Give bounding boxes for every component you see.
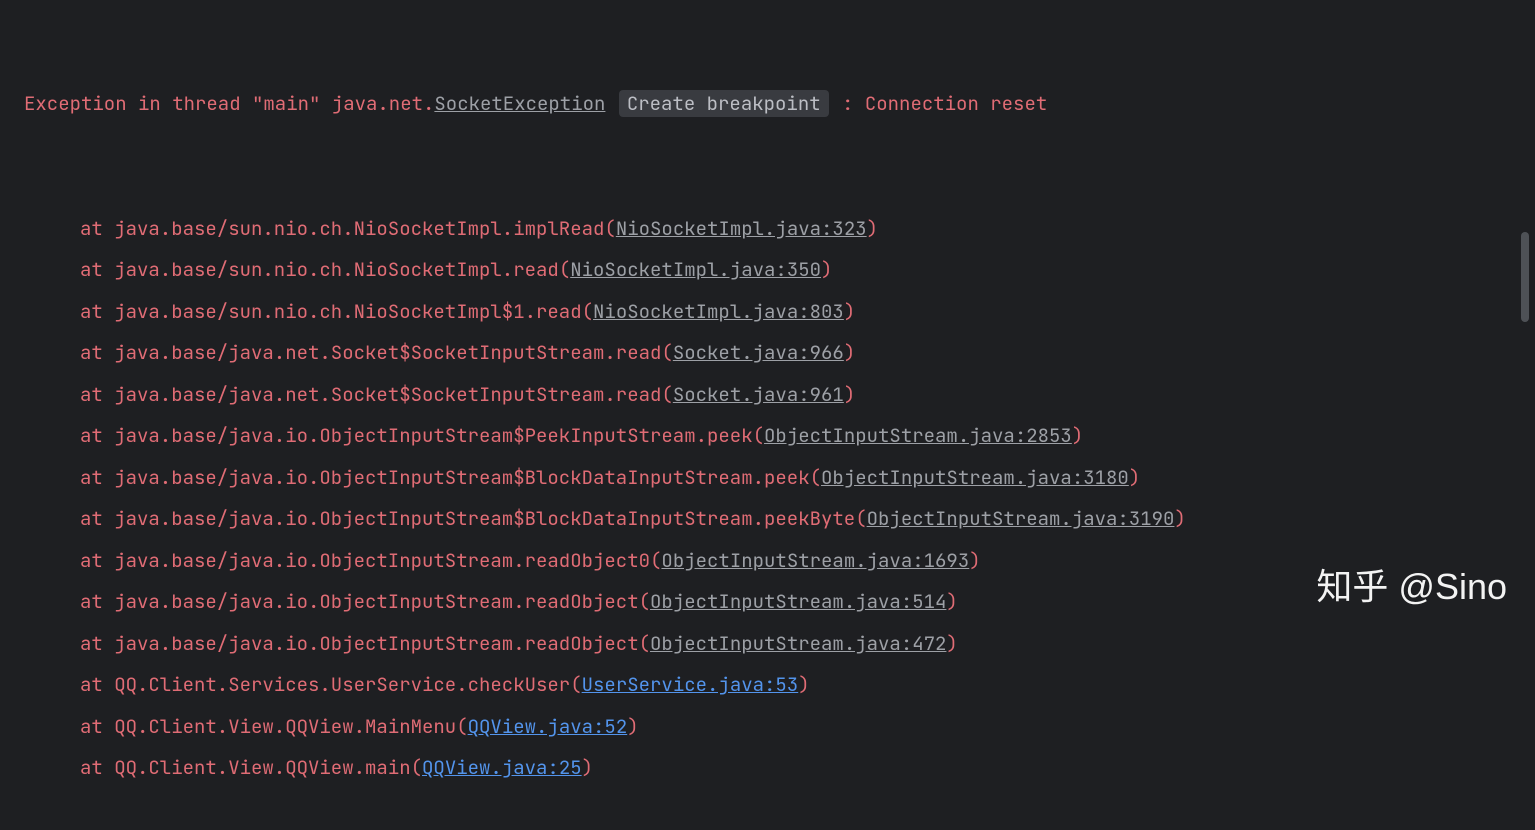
stack-frame: at java.base/sun.nio.ch.NioSocketImpl.re… (0, 249, 1535, 291)
paren-close: ) (867, 216, 878, 241)
stack-location: java.base/java.net.Socket$SocketInputStr… (114, 382, 661, 407)
stack-location: java.base/sun.nio.ch.NioSocketImpl.implR… (114, 216, 604, 241)
stack-frame: at java.base/java.io.ObjectInputStream.r… (0, 540, 1535, 582)
paren-close: ) (798, 672, 809, 697)
paren-open: ( (411, 755, 422, 780)
stack-frame: at java.base/java.io.ObjectInputStream$B… (0, 498, 1535, 540)
source-link[interactable]: NioSocketImpl.java:803 (593, 299, 844, 324)
source-link[interactable]: Socket.java:966 (673, 340, 844, 365)
stack-at: at (80, 257, 114, 282)
source-link[interactable]: ObjectInputStream.java:2853 (764, 423, 1072, 448)
stack-location: QQ.Client.View.QQView.main (114, 755, 410, 780)
stack-at: at (80, 755, 114, 780)
paren-open: ( (604, 216, 615, 241)
stack-at: at (80, 548, 114, 573)
stack-frame: at java.base/java.net.Socket$SocketInput… (0, 374, 1535, 416)
source-link[interactable]: NioSocketImpl.java:323 (616, 216, 867, 241)
stack-location: java.base/java.io.ObjectInputStream.read… (114, 548, 650, 573)
exception-prefix: Exception in thread "main" java.net. (24, 91, 434, 116)
stack-location: QQ.Client.Services.UserService.checkUser (114, 672, 570, 697)
paren-close: ) (1174, 506, 1185, 531)
create-breakpoint-button[interactable]: Create breakpoint (619, 90, 829, 117)
stack-at: at (80, 714, 114, 739)
paren-close: ) (1129, 465, 1140, 490)
paren-close: ) (969, 548, 980, 573)
stack-frame: at java.base/java.io.ObjectInputStream.r… (0, 581, 1535, 623)
stack-frame: at QQ.Client.View.QQView.main(QQView.jav… (0, 747, 1535, 789)
scrollbar-thumb[interactable] (1521, 232, 1529, 322)
stack-location: java.base/sun.nio.ch.NioSocketImpl$1.rea… (114, 299, 581, 324)
stack-frame: at java.base/java.io.ObjectInputStream$B… (0, 457, 1535, 499)
stack-at: at (80, 423, 114, 448)
stack-at: at (80, 382, 114, 407)
stack-at: at (80, 631, 114, 656)
paren-close: ) (582, 755, 593, 780)
paren-close: ) (821, 257, 832, 282)
exception-message: : Connection reset (842, 91, 1047, 116)
stack-location: java.base/java.net.Socket$SocketInputStr… (114, 340, 661, 365)
source-link[interactable]: UserService.java:53 (582, 672, 799, 697)
paren-close: ) (946, 589, 957, 614)
paren-open: ( (855, 506, 866, 531)
source-link[interactable]: Socket.java:961 (673, 382, 844, 407)
stack-location: QQ.Client.View.QQView.MainMenu (114, 714, 456, 739)
stack-location: java.base/java.io.ObjectInputStream.read… (114, 589, 638, 614)
paren-close: ) (844, 382, 855, 407)
stack-location: java.base/java.io.ObjectInputStream$Bloc… (114, 506, 855, 531)
source-link[interactable]: ObjectInputStream.java:472 (650, 631, 946, 656)
paren-open: ( (456, 714, 467, 739)
stack-frame: at java.base/sun.nio.ch.NioSocketImpl.im… (0, 208, 1535, 250)
stack-at: at (80, 589, 114, 614)
stack-at: at (80, 465, 114, 490)
stack-frame: at java.base/sun.nio.ch.NioSocketImpl$1.… (0, 291, 1535, 333)
source-link[interactable]: ObjectInputStream.java:3180 (821, 465, 1129, 490)
paren-open: ( (570, 672, 581, 697)
paren-open: ( (639, 589, 650, 614)
stack-frame: at java.base/java.io.ObjectInputStream.r… (0, 623, 1535, 665)
source-link[interactable]: QQView.java:52 (468, 714, 628, 739)
stack-frame: at java.base/java.io.ObjectInputStream$P… (0, 415, 1535, 457)
paren-close: ) (844, 299, 855, 324)
stack-location: java.base/java.io.ObjectInputStream$Bloc… (114, 465, 809, 490)
stack-frame: at QQ.Client.View.QQView.MainMenu(QQView… (0, 706, 1535, 748)
paren-open: ( (753, 423, 764, 448)
paren-open: ( (559, 257, 570, 282)
source-link[interactable]: ObjectInputStream.java:3190 (867, 506, 1175, 531)
stack-at: at (80, 299, 114, 324)
stack-location: java.base/sun.nio.ch.NioSocketImpl.read (114, 257, 559, 282)
console-output: Exception in thread "main" java.net.Sock… (0, 0, 1535, 830)
paren-open: ( (650, 548, 661, 573)
paren-close: ) (946, 631, 957, 656)
stack-frame: at java.base/java.net.Socket$SocketInput… (0, 332, 1535, 374)
stack-at: at (80, 506, 114, 531)
paren-open: ( (661, 382, 672, 407)
paren-open: ( (639, 631, 650, 656)
source-link[interactable]: QQView.java:25 (422, 755, 582, 780)
paren-open: ( (582, 299, 593, 324)
exception-class-link[interactable]: SocketException (434, 91, 605, 116)
stack-location: java.base/java.io.ObjectInputStream.read… (114, 631, 638, 656)
paren-open: ( (661, 340, 672, 365)
stack-at: at (80, 340, 114, 365)
stack-at: at (80, 216, 114, 241)
stack-frame: at QQ.Client.Services.UserService.checkU… (0, 664, 1535, 706)
source-link[interactable]: ObjectInputStream.java:514 (650, 589, 946, 614)
paren-close: ) (844, 340, 855, 365)
source-link[interactable]: ObjectInputStream.java:1693 (661, 548, 969, 573)
paren-close: ) (1072, 423, 1083, 448)
stack-location: java.base/java.io.ObjectInputStream$Peek… (114, 423, 752, 448)
paren-close: ) (627, 714, 638, 739)
source-link[interactable]: NioSocketImpl.java:350 (570, 257, 821, 282)
watermark: 知乎 @Sino (1316, 566, 1507, 608)
stack-at: at (80, 672, 114, 697)
paren-open: ( (810, 465, 821, 490)
exception-line: Exception in thread "main" java.net.Sock… (0, 83, 1535, 125)
